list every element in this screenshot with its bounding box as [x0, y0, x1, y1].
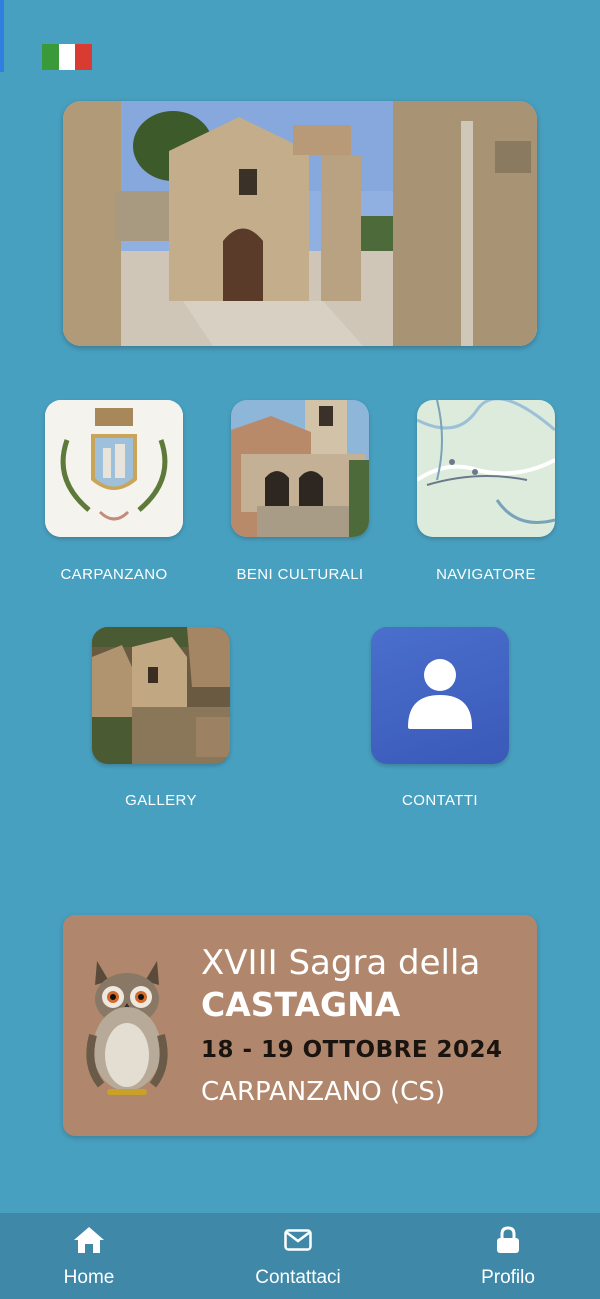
envelope-icon [284, 1225, 312, 1255]
italian-flag-icon[interactable] [42, 44, 93, 70]
banner-location-text: CARPANZANO (CS) [201, 1077, 445, 1107]
tile-label-navigatore[interactable]: NAVIGATORE [386, 566, 586, 583]
tab-contattaci-label: Contattaci [255, 1267, 341, 1288]
tab-contattaci[interactable]: Contattaci [198, 1213, 398, 1299]
bottom-tab-bar: Home Contattaci Profilo [0, 1213, 600, 1299]
tile-beni-culturali-church[interactable] [231, 400, 369, 537]
lock-icon [496, 1225, 520, 1255]
banner-dates-text: 18 - 19 OTTOBRE 2024 [201, 1037, 503, 1063]
tile-contatti[interactable] [371, 627, 509, 764]
tile-navigatore-map[interactable] [417, 400, 555, 537]
event-banner-sagra-castagna[interactable]: XVIII Sagra della CASTAGNA 18 - 19 OTTOB… [63, 915, 537, 1136]
tab-profilo[interactable]: Profilo [408, 1213, 600, 1299]
banner-edition-text: XVIII Sagra della [201, 943, 481, 983]
owl-illustration [86, 961, 168, 1095]
tile-label-contatti[interactable]: CONTATTI [340, 792, 540, 809]
tile-label-gallery[interactable]: GALLERY [61, 792, 261, 809]
tile-gallery-photo[interactable] [92, 627, 230, 764]
tab-profilo-label: Profilo [481, 1267, 535, 1288]
home-icon [73, 1225, 105, 1255]
tile-label-beni-culturali[interactable]: BENI CULTURALI [200, 566, 400, 583]
tab-home[interactable]: Home [0, 1213, 189, 1299]
edge-indicator [0, 0, 4, 72]
tab-home-label: Home [63, 1267, 115, 1288]
hero-image-church-street [63, 101, 537, 346]
user-icon [408, 659, 472, 729]
tile-carpanzano-coat-of-arms[interactable] [45, 400, 183, 537]
banner-title-text: CASTAGNA [201, 985, 401, 1024]
tile-label-carpanzano[interactable]: CARPANZANO [14, 566, 214, 583]
